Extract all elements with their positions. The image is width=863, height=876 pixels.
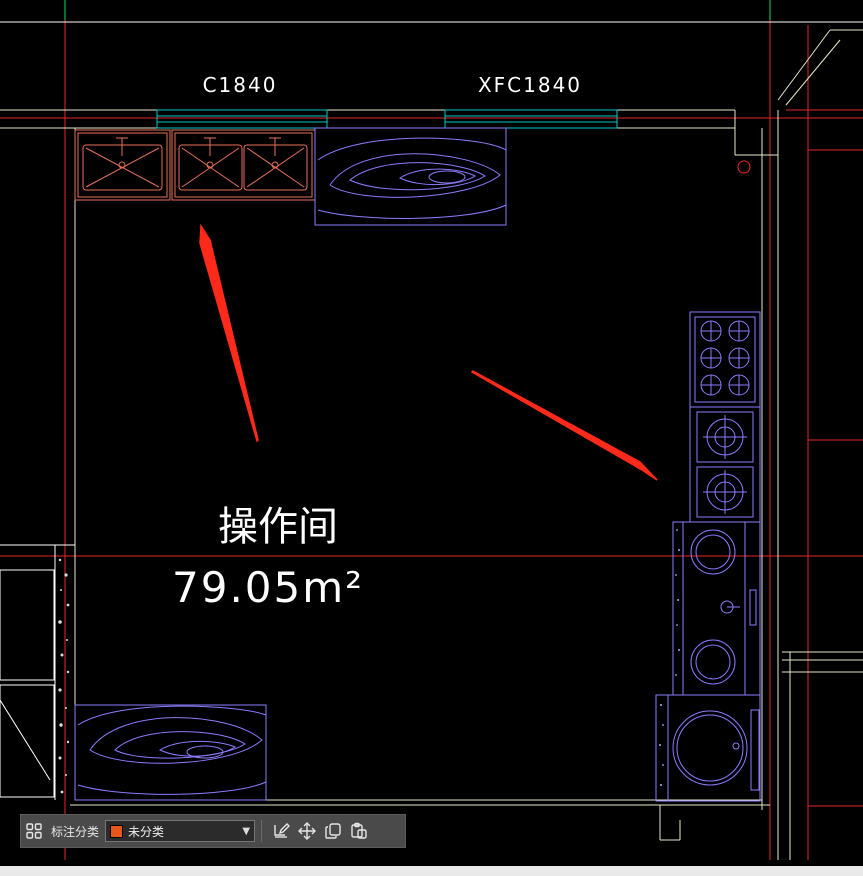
grid-icon[interactable]	[21, 818, 47, 844]
annotation-arrows[interactable]	[199, 223, 658, 481]
chevron-down-icon: ▼	[242, 825, 251, 837]
axis-grid	[0, 0, 863, 860]
work-table-top	[314, 127, 507, 226]
toolbar-divider	[261, 820, 263, 842]
status-strip	[0, 866, 863, 876]
window-c1840	[156, 109, 328, 129]
arrow-to-range	[470, 370, 658, 481]
left-column-hatch	[58, 558, 70, 794]
category-label: 标注分类	[51, 824, 100, 839]
left-cabinet	[0, 544, 75, 800]
copy-icon[interactable]	[320, 818, 346, 844]
sink-double	[171, 129, 316, 201]
walls	[0, 21, 863, 860]
cad-viewport[interactable]: C1840 XFC1840 操作间 79.05m² 标注分类 未分类 ▼	[0, 0, 863, 876]
stock-pot-unit	[655, 694, 761, 802]
edit-icon[interactable]	[268, 818, 294, 844]
paste-icon[interactable]	[346, 818, 372, 844]
floor-plan-drawing[interactable]: C1840 XFC1840 操作间 79.05m²	[0, 0, 863, 876]
steamer-unit	[672, 521, 761, 696]
burner-range-six	[689, 311, 761, 408]
wok-burner-pair	[689, 406, 761, 523]
room-name-label: 操作间	[218, 504, 338, 550]
move-icon[interactable]	[294, 818, 320, 844]
drain-symbol	[737, 160, 751, 174]
window-xfc1840	[444, 109, 618, 129]
category-dropdown[interactable]: 未分类 ▼	[105, 820, 256, 842]
annotation-toolbar: 标注分类 未分类 ▼	[20, 814, 406, 848]
sink-single	[74, 129, 171, 201]
category-color-swatch	[110, 824, 124, 838]
window-label-c1840: C1840	[203, 73, 278, 97]
work-table-bottom	[74, 704, 267, 801]
arrow-to-sinks	[199, 223, 259, 443]
category-value: 未分类	[128, 824, 165, 839]
window-label-xfc1840: XFC1840	[478, 73, 582, 97]
room-area-label: 79.05m²	[172, 563, 364, 612]
